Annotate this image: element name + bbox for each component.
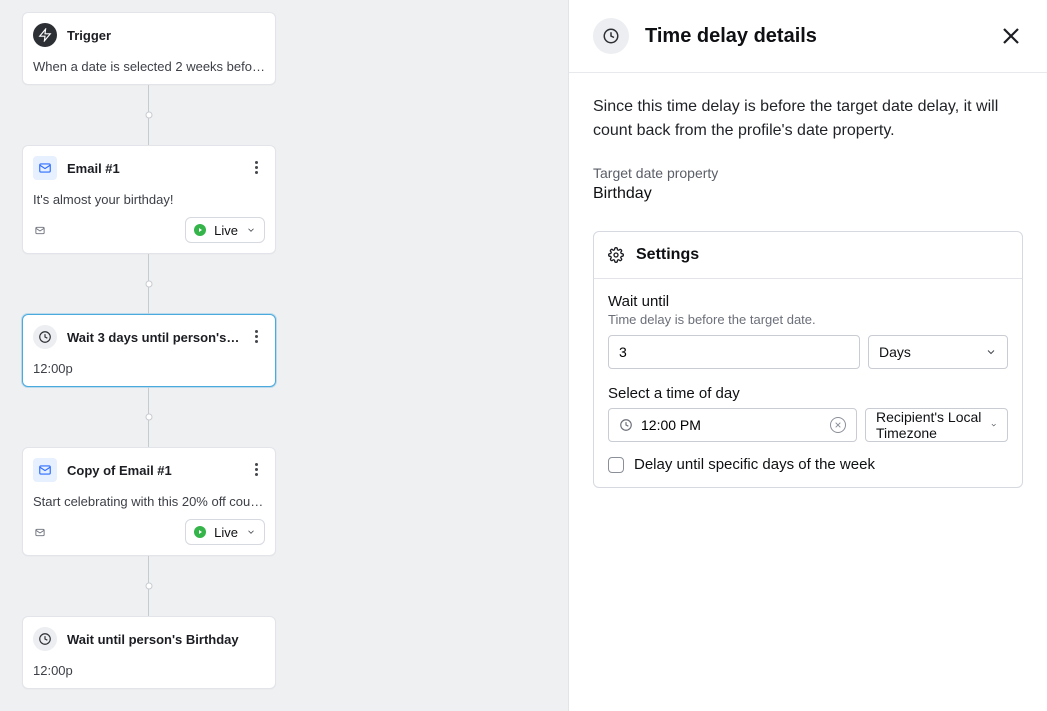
clock-icon: [33, 325, 57, 349]
delay-days-label: Delay until specific days of the week: [634, 456, 875, 473]
panel-clock-icon: [593, 18, 629, 54]
close-button[interactable]: [999, 24, 1023, 48]
panel-title: Time delay details: [645, 25, 983, 48]
trigger-desc: When a date is selected 2 weeks before p…: [33, 59, 265, 74]
email1-node[interactable]: Email #1 It's almost your birthday! Live: [22, 145, 276, 254]
status-label: Live: [214, 525, 238, 540]
wait-birthday-node[interactable]: Wait until person's Birthday 12:00p: [22, 616, 276, 689]
flow-canvas[interactable]: Trigger When a date is selected 2 weeks …: [0, 0, 568, 711]
chevron-down-icon: [990, 419, 997, 431]
clock-icon: [619, 418, 633, 432]
wait-number-field[interactable]: [619, 344, 849, 360]
close-icon: [999, 24, 1023, 48]
email-icon: [33, 156, 57, 180]
connector: [148, 387, 149, 447]
explanation-text: Since this time delay is before the targ…: [593, 95, 1023, 143]
clock-icon: [33, 627, 57, 651]
delay-days-checkbox[interactable]: [608, 457, 624, 473]
chevron-down-icon: [985, 346, 997, 358]
wait-unit-select[interactable]: Days: [868, 335, 1008, 369]
email1-title: Email #1: [67, 161, 265, 176]
target-date-value: Birthday: [593, 185, 1023, 203]
time-of-day-field[interactable]: [641, 417, 822, 433]
timezone-label: Recipient's Local Timezone: [876, 409, 982, 441]
wait-birthday-desc: 12:00p: [33, 663, 265, 678]
wait-until-label: Wait until: [608, 293, 1008, 310]
trigger-title: Trigger: [67, 28, 265, 43]
timezone-select[interactable]: Recipient's Local Timezone: [865, 408, 1008, 442]
mail-mini-icon: [33, 223, 47, 237]
wait-until-sublabel: Time delay is before the target date.: [608, 312, 1008, 327]
wait3-title: Wait 3 days until person's…: [67, 330, 265, 345]
email2-title: Copy of Email #1: [67, 463, 265, 478]
target-date-label: Target date property: [593, 165, 1023, 181]
gear-icon: [608, 247, 624, 263]
email2-node[interactable]: Copy of Email #1 Start celebrating with …: [22, 447, 276, 556]
connector: [148, 556, 149, 616]
mail-mini-icon: [33, 525, 47, 539]
wait3-node[interactable]: Wait 3 days until person's… 12:00p: [22, 314, 276, 387]
email2-desc: Start celebrating with this 20% off coup…: [33, 494, 265, 509]
settings-title: Settings: [636, 246, 699, 264]
trigger-icon: [33, 23, 57, 47]
wait-birthday-title: Wait until person's Birthday: [67, 632, 265, 647]
details-panel: Time delay details Since this time delay…: [568, 0, 1047, 711]
node-menu-button[interactable]: [247, 158, 265, 176]
clear-time-button[interactable]: [830, 417, 846, 433]
wait-unit-label: Days: [879, 344, 911, 360]
connector: [148, 254, 149, 314]
status-dropdown[interactable]: Live: [185, 519, 265, 545]
wait-number-input[interactable]: [608, 335, 860, 369]
settings-section: Settings Wait until Time delay is before…: [593, 231, 1023, 488]
chevron-down-icon: [246, 527, 256, 537]
status-dropdown[interactable]: Live: [185, 217, 265, 243]
close-icon: [834, 421, 842, 429]
node-menu-button[interactable]: [247, 327, 265, 345]
trigger-node[interactable]: Trigger When a date is selected 2 weeks …: [22, 12, 276, 85]
time-of-day-label: Select a time of day: [608, 385, 1008, 402]
email1-desc: It's almost your birthday!: [33, 192, 265, 207]
time-of-day-input[interactable]: [608, 408, 857, 442]
status-label: Live: [214, 223, 238, 238]
email-icon: [33, 458, 57, 482]
connector: [148, 85, 149, 145]
status-dot: [194, 224, 206, 236]
node-menu-button[interactable]: [247, 460, 265, 478]
status-dot: [194, 526, 206, 538]
chevron-down-icon: [246, 225, 256, 235]
wait3-desc: 12:00p: [33, 361, 265, 376]
